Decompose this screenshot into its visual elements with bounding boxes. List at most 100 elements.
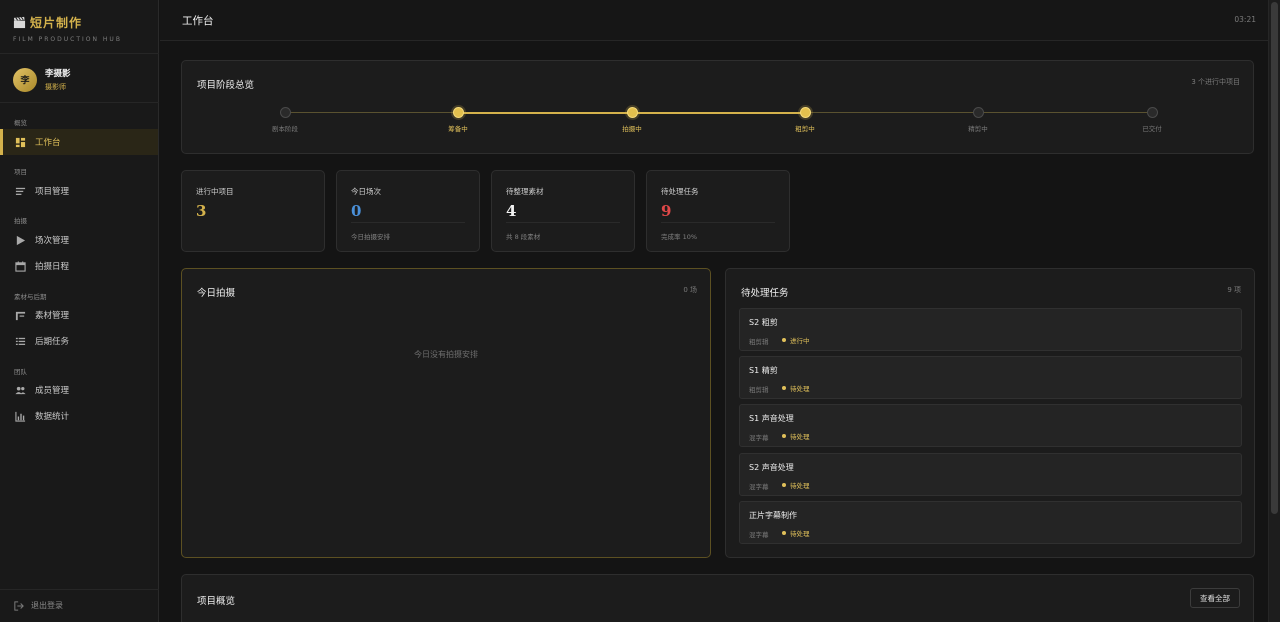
stage-step: 精剪中 [938,107,1018,133]
sidebar: 短片制作 FILM PRODUCTION HUB 李 李摄影 摄影师 概览 工作… [0,0,159,622]
view-all-button[interactable]: 查看全部 [1190,588,1240,608]
card-title: 项目概览 [197,596,236,607]
stat-card-active-projects[interactable]: 进行中项目 3 [181,170,325,252]
card-meta: 3 个进行中项目 [1191,78,1240,86]
sidebar-item-projects[interactable]: 项目管理 [0,178,158,204]
task-title: S2 声音处理 [749,463,794,472]
scrollbar-thumb[interactable] [1271,2,1278,514]
status-label: 待处理 [790,482,810,490]
stat-label: 进行中项目 [196,187,234,196]
stage-dot [452,107,464,118]
stat-card-today-scenes[interactable]: 今日场次 0 今日拍摄安排 [336,170,480,252]
status-label: 进行中 [790,337,810,345]
stat-sub: 共 8 段素材 [506,233,541,241]
status-dot-icon [782,531,786,535]
sidebar-item-schedule[interactable]: 拍摄日程 [0,253,158,279]
task-type: 混字幕 [749,434,769,442]
calendar-icon [15,260,26,272]
stat-card-pending-materials[interactable]: 待整理素材 4 共 8 段素材 [491,170,635,252]
sidebar-item-statistics[interactable]: 数据统计 [0,403,158,429]
sidebar-item-label: 工作台 [35,138,61,148]
task-title: S1 声音处理 [749,414,794,423]
clock: 03:21 [1234,15,1256,24]
task-type: 混字幕 [749,531,769,539]
nav-group-label: 素材与后期 [14,293,47,301]
task-type: 混字幕 [749,483,769,491]
dashboard-icon [15,137,26,147]
divider [506,222,620,223]
list-icon [15,187,26,195]
brand-subtitle: FILM PRODUCTION HUB [13,36,122,43]
stage-label: 拍摄中 [622,125,642,133]
stage-overview-card: 项目阶段总览 3 个进行中项目 剧本阶段 筹备中 拍摄中 粗剪中 精剪中 已交付 [181,60,1254,154]
status-badge: 待处理 [782,480,810,490]
today-shoot-card: 今日拍摄 0 场 今日没有拍摄安排 [181,268,711,558]
card-title: 今日拍摄 [197,288,236,299]
brand: 短片制作 FILM PRODUCTION HUB [13,14,122,43]
card-meta: 9 项 [1227,286,1241,294]
stat-value: 9 [661,202,672,220]
stage-step: 拍摄中 [592,107,672,133]
divider [351,222,465,223]
status-dot-icon [782,386,786,390]
task-item[interactable]: S2 粗剪 粗剪辑 进行中 [739,308,1242,351]
task-title: S2 粗剪 [749,318,778,327]
stage-label: 精剪中 [968,125,988,133]
project-overview-card: 项目概览 查看全部 [181,574,1254,622]
sidebar-item-post-tasks[interactable]: 后期任务 [0,328,158,354]
stage-dot [279,107,291,118]
stage-step: 剧本阶段 [245,107,325,133]
user-name: 李摄影 [45,69,71,79]
stat-card-pending-tasks[interactable]: 待处理任务 9 完成率 10% [646,170,790,252]
stage-dot [626,107,638,118]
user-profile: 李 李摄影 摄影师 [13,67,71,92]
stat-label: 待整理素材 [506,187,544,196]
sidebar-item-materials[interactable]: 素材管理 [0,302,158,328]
sidebar-item-label: 素材管理 [35,311,70,321]
task-title: 正片字幕制作 [749,511,797,520]
stage-step: 粗剪中 [765,107,845,133]
status-dot-icon [782,338,786,342]
task-type: 粗剪辑 [749,386,769,394]
task-item[interactable]: 正片字幕制作 混字幕 待处理 [739,501,1242,544]
stage-step: 已交付 [1112,107,1192,133]
topbar: 工作台 03:21 [160,0,1268,41]
tasks-icon [15,337,26,345]
sidebar-item-label: 成员管理 [35,386,70,396]
status-label: 待处理 [790,530,810,538]
stat-label: 今日场次 [351,187,381,196]
pending-tasks-card: 待处理任务 9 项 S2 粗剪 粗剪辑 进行中 S1 精剪 粗剪辑 待处理 S1… [725,268,1255,558]
status-badge: 进行中 [782,335,810,345]
play-icon [16,235,26,245]
nav-group-label: 团队 [14,368,27,376]
task-item[interactable]: S2 声音处理 混字幕 待处理 [739,453,1242,496]
scrollbar[interactable] [1268,0,1280,622]
card-meta: 0 场 [683,286,697,294]
clapperboard-icon [13,16,26,29]
status-label: 待处理 [790,385,810,393]
card-title: 项目阶段总览 [197,80,255,91]
task-item[interactable]: S1 精剪 粗剪辑 待处理 [739,356,1242,399]
status-badge: 待处理 [782,431,810,441]
divider [0,102,159,103]
stat-value: 0 [351,202,362,220]
stage-label: 剧本阶段 [272,125,298,133]
sidebar-item-dashboard[interactable]: 工作台 [0,129,158,155]
task-type: 粗剪辑 [749,338,769,346]
sidebar-item-members[interactable]: 成员管理 [0,377,158,403]
task-item[interactable]: S1 声音处理 混字幕 待处理 [739,404,1242,447]
status-dot-icon [782,434,786,438]
sidebar-item-label: 后期任务 [35,337,70,347]
logout-button[interactable]: 退出登录 [14,600,63,611]
stage-step: 筹备中 [418,107,498,133]
nav-group-label: 概览 [14,119,27,127]
user-role: 摄影师 [45,83,66,91]
brand-title: 短片制作 [30,16,83,30]
film-icon [15,311,26,320]
stat-value: 3 [196,202,207,220]
status-badge: 待处理 [782,528,810,538]
card-title: 待处理任务 [741,288,789,299]
sidebar-item-scenes[interactable]: 场次管理 [0,227,158,253]
sidebar-item-label: 拍摄日程 [35,262,70,272]
page-title: 工作台 [182,15,214,27]
